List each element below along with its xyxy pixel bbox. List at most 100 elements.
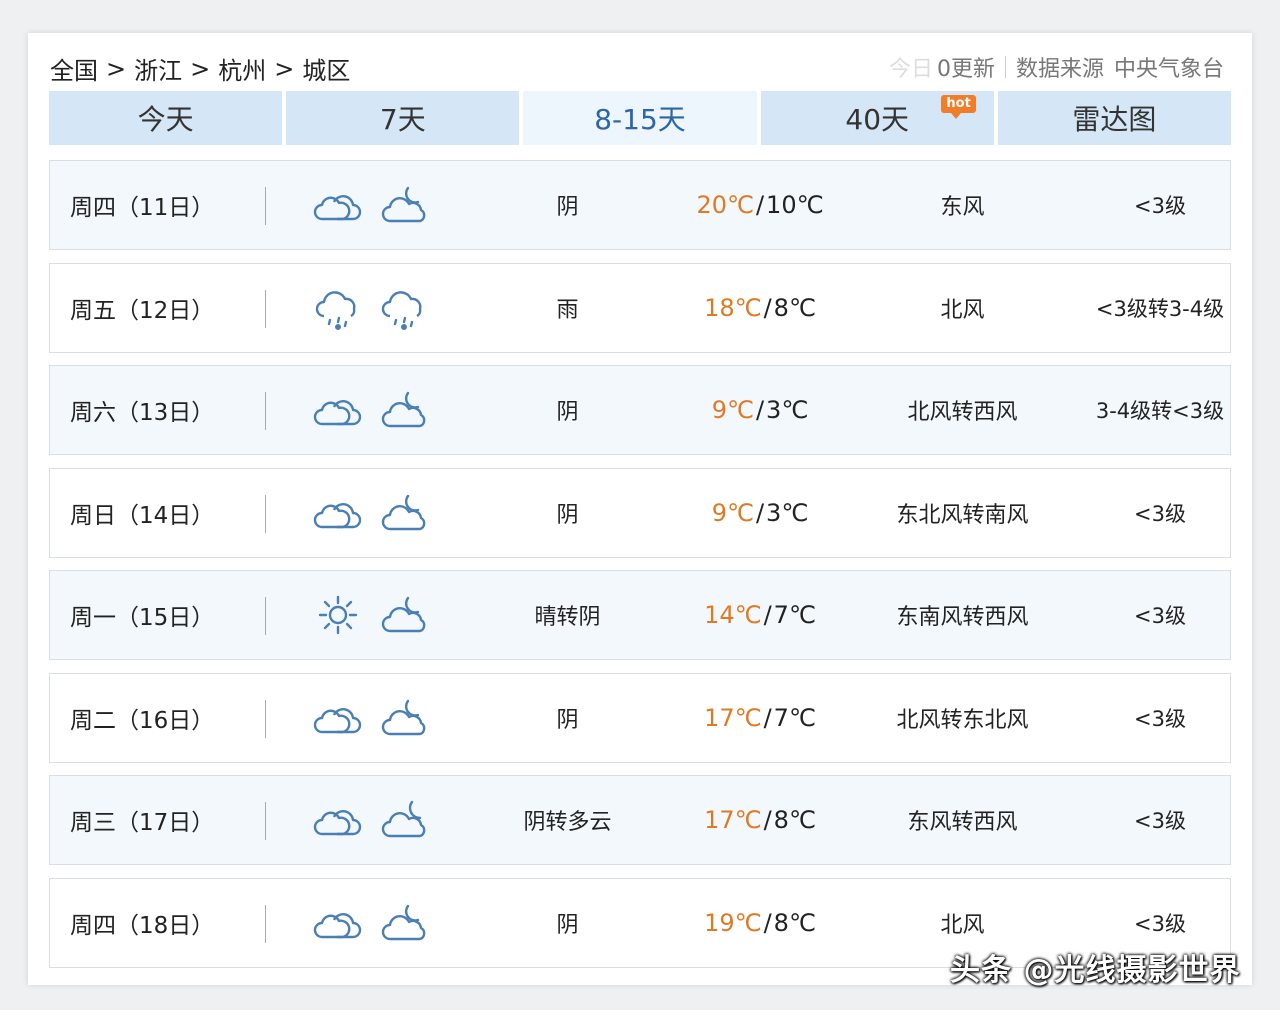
high-temp: 17℃ bbox=[704, 806, 762, 834]
cloudy-icon bbox=[312, 179, 364, 231]
wind-level: <3级 bbox=[1134, 604, 1186, 628]
tab-label: 雷达图 bbox=[1072, 103, 1157, 136]
wind-level: 3-4级转<3级 bbox=[1095, 399, 1225, 423]
tab-label: 7天 bbox=[379, 103, 426, 136]
cloudy-icon bbox=[312, 897, 364, 949]
temp-separator: / bbox=[755, 191, 765, 219]
rain-icon bbox=[312, 282, 364, 334]
update-time: 0更新 bbox=[936, 57, 995, 82]
cloudy-night-icon bbox=[378, 179, 430, 231]
low-temp: 8℃ bbox=[773, 293, 816, 322]
high-temp: 17℃ bbox=[704, 703, 762, 732]
temperature-range: 20℃/10℃ bbox=[665, 161, 855, 249]
wind-level: <3级转3-4级 bbox=[1095, 296, 1225, 321]
wind-direction: 北风转东北风 bbox=[896, 707, 1029, 733]
low-temp: 3℃ bbox=[766, 498, 809, 527]
temp-separator: / bbox=[755, 498, 765, 527]
cloudy-night-icon bbox=[378, 487, 430, 539]
tab-label: 40天 bbox=[845, 103, 910, 136]
weather-condition: 阴 bbox=[556, 400, 579, 425]
low-temp: 10℃ bbox=[766, 191, 824, 219]
forecast-list: 周四（11日）阴 20℃/10℃ 东风 <3级 周五（12日）雨 18℃/8℃ 北风 <3级转… bbox=[49, 160, 1231, 980]
low-temp: 3℃ bbox=[766, 396, 809, 424]
update-time-blurred: 今日 bbox=[888, 57, 933, 82]
wind-level: <3级 bbox=[1134, 501, 1186, 526]
high-temp: 14℃ bbox=[704, 601, 762, 629]
wind-level: <3级 bbox=[1134, 706, 1186, 731]
cloudy-night-icon bbox=[378, 897, 430, 949]
forecast-date: 周日（14日） bbox=[70, 502, 215, 529]
high-temp: 20℃ bbox=[696, 191, 754, 219]
update-source: 今日 0更新 数据来源 中央气象台 bbox=[889, 51, 1224, 83]
temperature-range: 18℃/8℃ bbox=[665, 264, 855, 352]
wind-direction: 北风转西风 bbox=[907, 400, 1018, 425]
high-temp: 19℃ bbox=[704, 908, 762, 937]
temperature-range: 9℃/3℃ bbox=[665, 469, 855, 557]
weather-icons bbox=[312, 794, 430, 846]
top-bar: 全国 > 浙江 > 杭州 > 城区 今日 0更新 数据来源 中央气象台 bbox=[28, 33, 1252, 93]
divider bbox=[265, 802, 266, 840]
cloudy-night-icon bbox=[378, 692, 430, 744]
divider bbox=[265, 289, 266, 328]
tab-8-15-days[interactable]: 8-15天 bbox=[523, 91, 757, 145]
tab-label: 8-15天 bbox=[594, 103, 686, 136]
forecast-row: 周二（16日） 阴 17℃/7℃ 北风转东北风 <3级 bbox=[49, 672, 1231, 763]
weather-condition: 雨 bbox=[556, 297, 579, 323]
tab-radar[interactable]: 雷达图 bbox=[997, 91, 1232, 145]
weather-icons bbox=[312, 282, 430, 334]
weather-icons bbox=[312, 589, 430, 641]
forecast-date: 周三（17日） bbox=[70, 810, 215, 836]
forecast-row: 周四（11日） 阴 20℃/10℃ 东风 <3级 bbox=[49, 160, 1231, 250]
high-temp: 18℃ bbox=[704, 293, 762, 322]
tab-7-days[interactable]: 7天 bbox=[286, 91, 520, 145]
cloudy-icon bbox=[312, 487, 364, 539]
forecast-row: 周六（13日） 阴 9℃/3℃ 北风转西风 3-4级转<3级 bbox=[49, 365, 1231, 455]
low-temp: 7℃ bbox=[773, 703, 816, 732]
rain-icon bbox=[378, 282, 430, 334]
watermark: 头条 @光线摄影世界 bbox=[950, 953, 1241, 988]
tab-today[interactable]: 今天 bbox=[49, 91, 283, 145]
source-name: 中央气象台 bbox=[1113, 57, 1224, 82]
temp-separator: / bbox=[763, 293, 772, 322]
low-temp: 7℃ bbox=[773, 601, 816, 629]
temp-separator: / bbox=[755, 396, 765, 424]
temperature-range: 9℃/3℃ bbox=[665, 366, 855, 454]
breadcrumb-city[interactable]: 杭州 bbox=[218, 51, 266, 86]
breadcrumb-country[interactable]: 全国 bbox=[50, 51, 98, 86]
temperature-range: 19℃/8℃ bbox=[665, 879, 855, 967]
forecast-tabs: 今天 7天 8-15天 40天 hot 雷达图 bbox=[49, 91, 1232, 145]
temp-separator: / bbox=[763, 806, 772, 834]
forecast-date: 周二（16日） bbox=[70, 707, 215, 734]
weather-card: 全国 > 浙江 > 杭州 > 城区 今日 0更新 数据来源 中央气象台 今天 7… bbox=[28, 33, 1252, 985]
temp-separator: / bbox=[763, 908, 772, 937]
wind-direction: 东风转西风 bbox=[907, 810, 1018, 835]
forecast-date: 周一（15日） bbox=[70, 605, 215, 631]
forecast-row: 周三（17日） 阴转多云 17℃/8℃ 东风转西风 <3级 bbox=[49, 775, 1231, 865]
high-temp: 9℃ bbox=[711, 498, 754, 527]
low-temp: 8℃ bbox=[773, 806, 816, 834]
sun-icon bbox=[312, 589, 364, 641]
cloudy-night-icon bbox=[378, 589, 430, 641]
divider bbox=[265, 699, 266, 738]
partly-cloudy-night-icon bbox=[378, 794, 430, 846]
breadcrumb-province[interactable]: 浙江 bbox=[134, 51, 182, 86]
weather-condition: 阴转多云 bbox=[523, 810, 612, 835]
weather-condition: 阴 bbox=[556, 912, 579, 938]
weather-condition: 晴转阴 bbox=[534, 605, 601, 630]
wind-direction: 东风 bbox=[940, 195, 985, 220]
wind-direction: 东南风转西风 bbox=[896, 605, 1029, 630]
tab-40-days[interactable]: 40天 hot bbox=[760, 91, 994, 145]
weather-icons bbox=[312, 692, 430, 744]
source-label: 数据来源 bbox=[1015, 57, 1104, 82]
forecast-row: 周五（12日） 雨 18℃/8℃ 北风 <3级转3-4级 bbox=[49, 262, 1231, 353]
wind-direction: 东北风转南风 bbox=[896, 502, 1029, 528]
breadcrumb: 全国 > 浙江 > 杭州 > 城区 bbox=[50, 51, 350, 86]
hot-badge: hot bbox=[941, 95, 976, 119]
tab-label: 今天 bbox=[137, 103, 194, 136]
divider bbox=[1004, 56, 1006, 78]
forecast-date: 周五（12日） bbox=[70, 297, 215, 324]
breadcrumb-separator: > bbox=[190, 54, 211, 83]
divider bbox=[265, 392, 266, 430]
forecast-row: 周日（14日） 阴 9℃/3℃ 东北风转南风 <3级 bbox=[49, 467, 1231, 558]
cloudy-icon bbox=[312, 794, 364, 846]
